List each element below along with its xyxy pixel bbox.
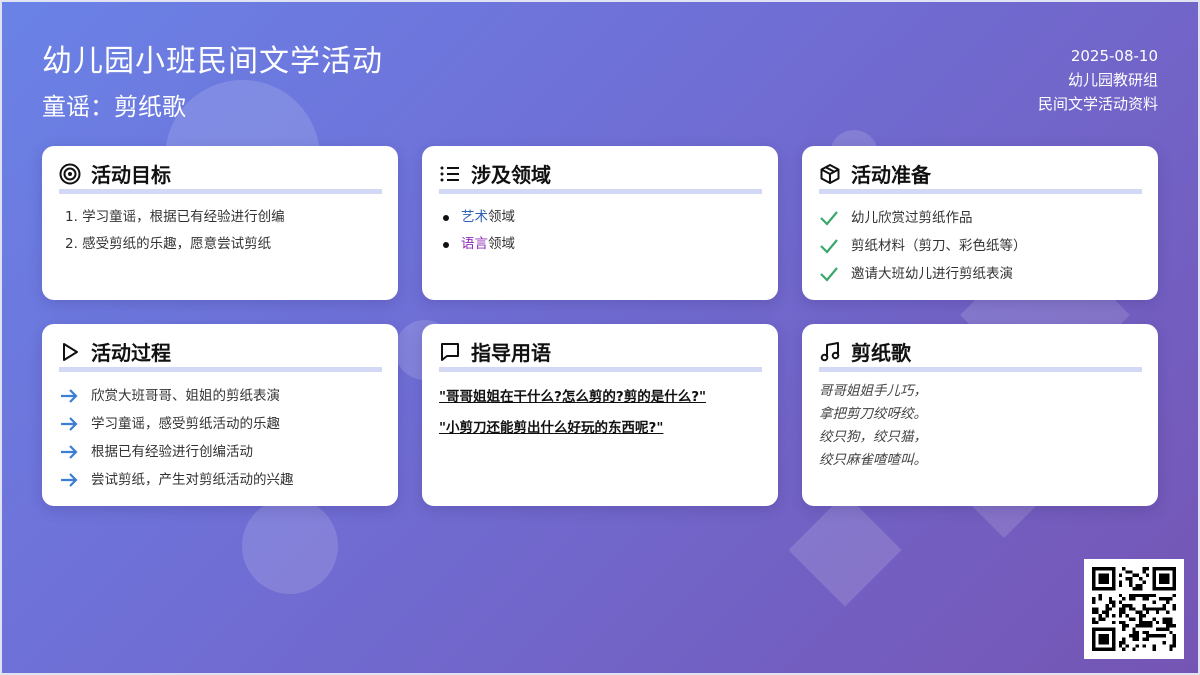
- list-item: 1. 学习童谣，根据已有经验进行创编: [65, 209, 285, 225]
- card-guide-header: 指导用语: [439, 338, 762, 372]
- domain-suffix: 领域: [488, 236, 515, 252]
- org-label: 幼儿园教研组: [1067, 71, 1158, 89]
- list-item: 2. 感受剪纸的乐趣，愿意尝试剪纸: [65, 236, 272, 252]
- card-goals-title: 活动目标: [91, 163, 171, 187]
- list-item: 学习童谣，感受剪纸活动的乐趣: [59, 410, 382, 438]
- header: 幼儿园小班民间文学活动 童谣：剪纸歌: [42, 40, 383, 126]
- qr-code: [1084, 559, 1184, 659]
- box-icon: [819, 163, 841, 185]
- list-item: 邀请大班幼儿进行剪纸表演: [819, 260, 1142, 288]
- arrow-right-icon: [59, 469, 81, 491]
- arrow-right-icon: [59, 441, 81, 463]
- arrow-right-icon: [59, 385, 81, 407]
- card-prep: 活动准备 幼儿欣赏过剪纸作品 剪纸材料（剪刀、彩色纸等） 邀请大班幼儿进行剪纸表…: [802, 146, 1158, 300]
- chat-icon: [439, 341, 461, 363]
- card-guide-title: 指导用语: [471, 341, 551, 365]
- domain-suffix: 领域: [488, 209, 515, 225]
- check-icon: [819, 207, 841, 229]
- list-item: 欣赏大班哥哥、姐姐的剪纸表演: [59, 382, 382, 410]
- card-goals-header: 活动目标: [59, 160, 382, 194]
- list-item: 幼儿欣赏过剪纸作品: [819, 204, 1142, 232]
- target-icon: [59, 163, 81, 185]
- song-lyrics: 哥哥姐姐手儿巧， 拿把剪刀绞呀绞。 绞只狗，绞只猫， 绞只麻雀喳喳叫。: [819, 380, 1142, 472]
- list-item: 剪纸材料（剪刀、彩色纸等）: [819, 232, 1142, 260]
- prep-list: 幼儿欣赏过剪纸作品 剪纸材料（剪刀、彩色纸等） 邀请大班幼儿进行剪纸表演: [819, 204, 1142, 288]
- domain-keyword-language: 语言: [461, 236, 488, 252]
- card-prep-title: 活动准备: [851, 163, 931, 187]
- process-list: 欣赏大班哥哥、姐姐的剪纸表演 学习童谣，感受剪纸活动的乐趣 根据已有经验进行创编…: [59, 382, 382, 494]
- prep-item-label: 幼儿欣赏过剪纸作品: [851, 210, 973, 226]
- process-step-label: 尝试剪纸，产生对剪纸活动的兴趣: [91, 472, 294, 488]
- lyric-line: 拿把剪刀绞呀绞。: [819, 406, 927, 422]
- play-icon: [59, 341, 81, 363]
- music-icon: [819, 341, 841, 363]
- domain-keyword-art: 艺术: [461, 209, 488, 225]
- card-song: 剪纸歌 哥哥姐姐手儿巧， 拿把剪刀绞呀绞。 绞只狗，绞只猫， 绞只麻雀喳喳叫。: [802, 324, 1158, 506]
- decor-circle-2: [242, 498, 338, 594]
- prep-item-label: 邀请大班幼儿进行剪纸表演: [851, 266, 1013, 282]
- lyric-line: 绞只麻雀喳喳叫。: [819, 452, 927, 468]
- list-icon: [439, 163, 461, 185]
- card-domains-title: 涉及领域: [471, 163, 551, 187]
- check-icon: [819, 263, 841, 285]
- qr-code-image: [1092, 567, 1176, 651]
- page-subtitle: 童谣：剪纸歌: [42, 93, 186, 121]
- header-meta: 2025-08-10 幼儿园教研组 民间文学活动资料: [1038, 44, 1158, 116]
- guide-quote: "哥哥姐姐在干什么?怎么剪的?剪的是什么?": [439, 389, 707, 405]
- process-step-label: 学习童谣，感受剪纸活动的乐趣: [91, 416, 280, 432]
- bullet-dot: [443, 241, 449, 248]
- card-song-header: 剪纸歌: [819, 338, 1142, 372]
- list-item: 根据已有经验进行创编活动: [59, 438, 382, 466]
- prep-item-label: 剪纸材料（剪刀、彩色纸等）: [851, 238, 1027, 254]
- process-step-label: 根据已有经验进行创编活动: [91, 444, 253, 460]
- arrow-right-icon: [59, 413, 81, 435]
- guide-quote: "小剪刀还能剪出什么好玩的东西呢?": [439, 420, 664, 436]
- bullet-dot: [443, 214, 449, 221]
- card-process: 活动过程 欣赏大班哥哥、姐姐的剪纸表演 学习童谣，感受剪纸活动的乐趣 根据已有经…: [42, 324, 398, 506]
- lyric-line: 哥哥姐姐手儿巧，: [819, 383, 927, 399]
- lyric-line: 绞只狗，绞只猫，: [819, 429, 927, 445]
- card-song-title: 剪纸歌: [851, 341, 911, 365]
- date-label: 2025-08-10: [1070, 47, 1158, 65]
- card-domains-header: 涉及领域: [439, 160, 762, 194]
- list-item: 艺术 领域: [443, 204, 762, 231]
- page-title: 幼儿园小班民间文学活动: [42, 44, 383, 79]
- list-item: 尝试剪纸，产生对剪纸活动的兴趣: [59, 466, 382, 494]
- check-icon: [819, 235, 841, 257]
- card-domains: 涉及领域 艺术 领域 语言 领域: [422, 146, 778, 300]
- card-prep-header: 活动准备: [819, 160, 1142, 194]
- card-process-header: 活动过程: [59, 338, 382, 372]
- process-step-label: 欣赏大班哥哥、姐姐的剪纸表演: [91, 388, 280, 404]
- card-goals: 活动目标 1. 学习童谣，根据已有经验进行创编 2. 感受剪纸的乐趣，愿意尝试剪…: [42, 146, 398, 300]
- goals-list: 1. 学习童谣，根据已有经验进行创编 2. 感受剪纸的乐趣，愿意尝试剪纸: [59, 204, 382, 258]
- doc-type-label: 民间文学活动资料: [1037, 95, 1158, 113]
- list-item: 语言 领域: [443, 231, 762, 258]
- card-process-title: 活动过程: [91, 341, 171, 365]
- card-guide: 指导用语 "哥哥姐姐在干什么?怎么剪的?剪的是什么?" "小剪刀还能剪出什么好玩…: [422, 324, 778, 506]
- domains-list: 艺术 领域 语言 领域: [439, 204, 762, 258]
